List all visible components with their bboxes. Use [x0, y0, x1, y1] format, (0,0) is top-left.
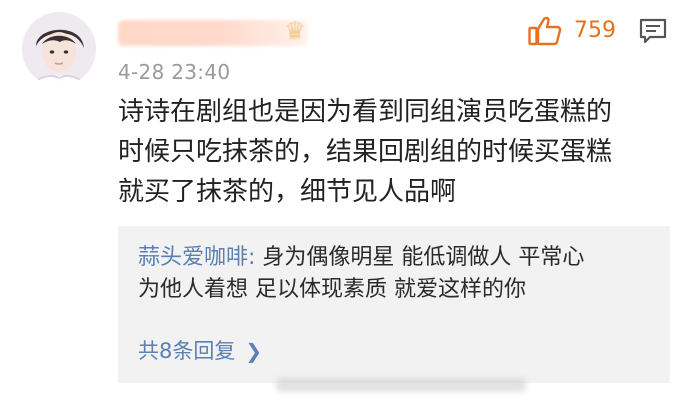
reply-preview-box[interactable]: 蒜头爱咖啡: 身为偶像明星 能低调做人 平常心 为他人着想 足以体现素质 就爱这… [118, 226, 670, 383]
redacted-blur [276, 378, 526, 392]
more-replies-label: 共8条回复 [138, 339, 236, 363]
comment-body: 诗诗在剧组也是因为看到同组演员吃蛋糕的 时候只吃抹茶的，结果回剧组的时候买蛋糕 … [118, 92, 674, 212]
more-replies-link[interactable]: 共8条回复 ❯ [138, 336, 262, 366]
comment-line: 时候只吃抹茶的，结果回剧组的时候买蛋糕 [118, 137, 613, 167]
reply-content: 身为偶像明星 能低调做人 平常心 [255, 245, 585, 270]
comment-line: 就买了抹茶的，细节见人品啊 [118, 177, 457, 207]
comment-line: 诗诗在剧组也是因为看到同组演员吃蛋糕的 [118, 97, 613, 127]
like-count: 759 [574, 18, 616, 43]
username-redacted[interactable] [118, 20, 308, 46]
avatar-image [22, 12, 96, 86]
reply-username[interactable]: 蒜头爱咖啡: [138, 245, 255, 270]
vip-badge-icon: ♛ [284, 17, 306, 45]
reply-text: 蒜头爱咖啡: 身为偶像明星 能低调做人 平常心 为他人着想 足以体现素质 就爱这… [138, 242, 662, 306]
reply-line: 蒜头爱咖啡: 身为偶像明星 能低调做人 平常心 [138, 242, 662, 274]
reply-line: 为他人着想 足以体现素质 就爱这样的你 [138, 277, 526, 302]
avatar[interactable] [22, 12, 96, 86]
weibo-comment-card: ♛ 4-28 23:40 759 诗诗在剧组也是因为看到同组演员吃蛋糕的 时候只… [0, 0, 690, 403]
chevron-right-icon: ❯ [245, 339, 263, 363]
thumbs-up-icon[interactable] [528, 16, 562, 46]
comment-timestamp: 4-28 23:40 [118, 60, 231, 84]
comment-icon[interactable] [638, 16, 668, 46]
